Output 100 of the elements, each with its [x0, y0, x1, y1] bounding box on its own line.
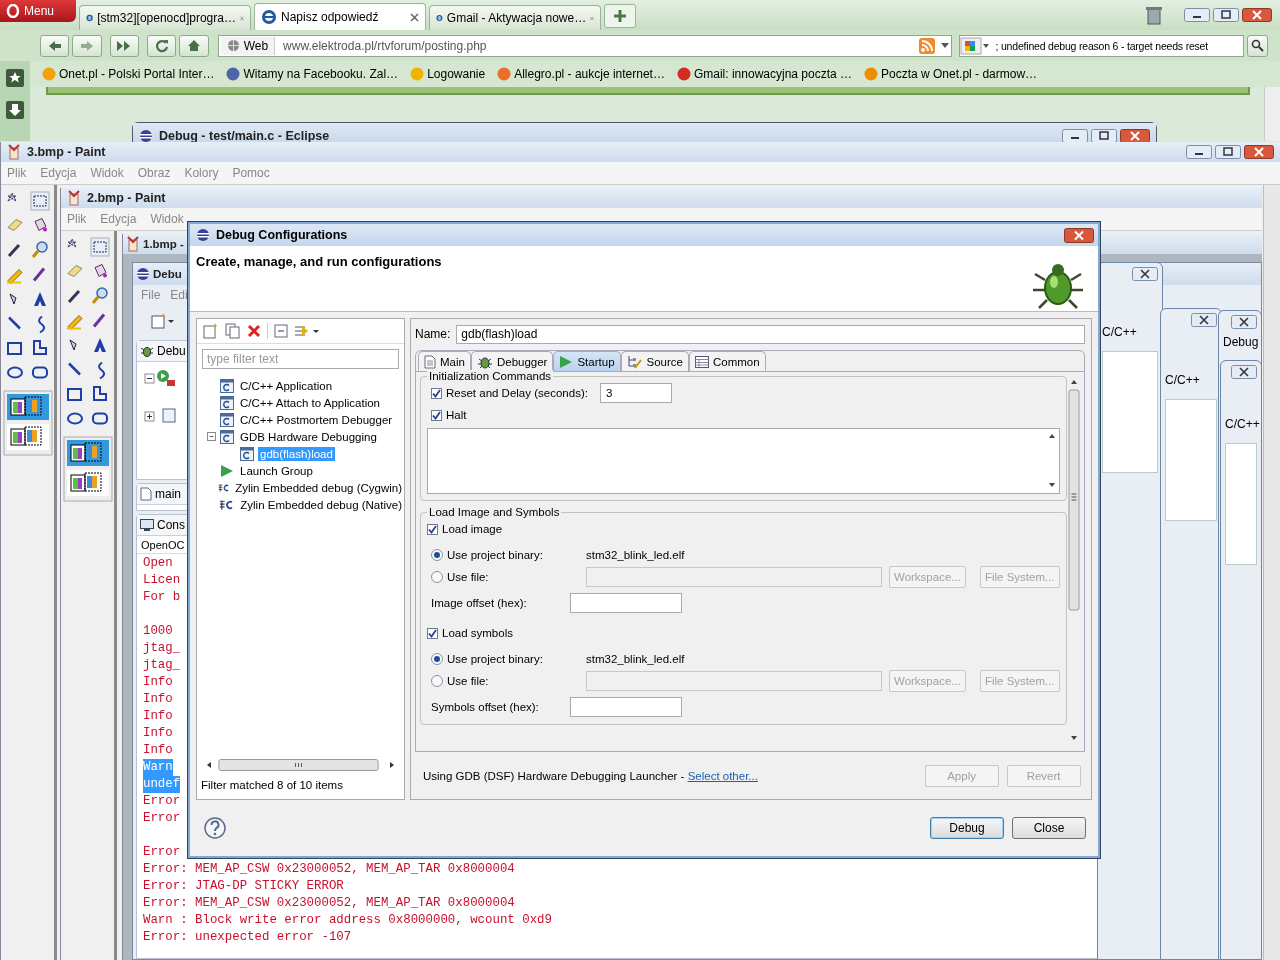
collapse-toggle[interactable] [207, 432, 216, 441]
maximize-icon[interactable] [1213, 8, 1239, 22]
browser-tab[interactable]: Napisz odpowiedź [254, 3, 426, 30]
console-line: Info [143, 691, 173, 708]
perspective-label[interactable]: Debug [1223, 335, 1259, 349]
checkbox[interactable] [427, 627, 438, 639]
config-tab[interactable]: Startup [553, 351, 621, 371]
name-field[interactable]: gdb(flash)load [456, 324, 1085, 344]
perspective-label[interactable]: C/C++ [1102, 325, 1137, 339]
editor-tab-label[interactable]: main [155, 487, 181, 501]
home-icon [186, 39, 201, 52]
config-tab[interactable]: Source [620, 351, 689, 371]
minimize-icon[interactable] [1186, 145, 1212, 159]
close-icon[interactable] [1064, 227, 1094, 243]
close-icon[interactable] [410, 12, 419, 22]
delete-icon[interactable] [247, 324, 261, 338]
tree-item[interactable]: Launch Group [238, 463, 315, 478]
tree-item[interactable]: Zylin Embedded debug (Native) [238, 497, 404, 512]
maximize-icon[interactable] [1215, 145, 1241, 159]
offset-field[interactable] [570, 593, 682, 613]
dropdown-icon[interactable] [940, 42, 949, 49]
bookmarks-panel-icon[interactable] [6, 69, 24, 87]
perspective-label[interactable]: C/C++ [1225, 417, 1260, 431]
tree-item[interactable]: GDB Hardware Debugging [238, 429, 379, 444]
config-tab[interactable]: Common [688, 351, 766, 371]
fast-forward-button[interactable] [109, 34, 139, 57]
bookmark-link[interactable]: Allegro.pl - aukcje internet… [514, 67, 665, 81]
default-button[interactable]: Debug [930, 817, 1004, 839]
search-field[interactable]: ; undefined debug reason 6 - target needs reset [958, 34, 1244, 57]
view-tab-label[interactable]: Debu [157, 344, 186, 358]
radio-button[interactable] [431, 549, 443, 561]
new-file-icon[interactable] [151, 313, 175, 329]
duplicate-icon[interactable] [225, 323, 241, 339]
view-tab-label[interactable]: Cons [157, 518, 185, 532]
radio-button[interactable] [431, 653, 443, 665]
minimize-icon[interactable] [1184, 8, 1210, 22]
home-button[interactable] [179, 34, 209, 57]
close-icon[interactable] [1120, 129, 1150, 143]
bookmark-link[interactable]: Logowanie [427, 67, 486, 81]
reload-button[interactable] [147, 34, 177, 57]
tree-item[interactable]: Zylin Embedded debug (Cygwin) [233, 480, 404, 495]
eclipse-icon [139, 129, 153, 143]
browser-tab[interactable]: Gmail - Aktywacja nowe… [429, 5, 601, 30]
offset-field[interactable] [570, 697, 682, 717]
radio-button[interactable] [431, 675, 443, 687]
filter-field[interactable]: type filter text [202, 349, 399, 369]
tree-item[interactable]: C/C++ Attach to Application [238, 395, 382, 410]
collapse-icon[interactable] [274, 324, 288, 338]
checkbox-label[interactable]: Load symbols [442, 627, 513, 639]
minimize-icon[interactable] [1062, 129, 1088, 143]
dialog-title: Debug Configurations [216, 228, 348, 242]
tree-item[interactable]: C/C++ Postmortem Debugger [238, 412, 395, 427]
help-icon[interactable] [204, 817, 226, 839]
search-button[interactable] [1246, 34, 1269, 57]
close-icon[interactable] [1231, 365, 1257, 379]
radio-label[interactable]: Use file: [447, 571, 582, 583]
bookmark-link[interactable]: Witamy na Facebooku. Zal… [243, 67, 399, 81]
perspective-label[interactable]: C/C++ [1165, 373, 1200, 387]
radio-button[interactable] [431, 571, 443, 583]
console-line: Error: JTAG-DP STICKY ERROR [143, 878, 344, 895]
new-tab-icon[interactable] [604, 4, 636, 28]
paint-toolbox-drawing[interactable] [62, 235, 113, 503]
address-field[interactable]: Web www.elektroda.pl/rtvforum/posting.php [217, 34, 952, 57]
tree-item[interactable]: C/C++ Application [238, 378, 335, 393]
download-icon[interactable] [6, 101, 24, 119]
filter-icon[interactable] [294, 323, 320, 339]
close-icon[interactable] [1231, 315, 1257, 329]
checkbox[interactable] [427, 523, 438, 535]
checkbox-label[interactable]: Load image [442, 523, 503, 535]
config-tab[interactable]: Main [418, 351, 471, 371]
scrollbar[interactable] [1263, 185, 1280, 960]
checkbox-label[interactable]: Reset and Delay (seconds): [446, 387, 588, 399]
config-tab[interactable]: Debugger [470, 351, 554, 371]
back-button[interactable] [40, 34, 70, 57]
dialog-button[interactable]: Close [1012, 817, 1086, 839]
close-icon[interactable] [1132, 267, 1158, 281]
paint-toolbox-drawing[interactable] [2, 189, 53, 457]
field-label: Image offset (hex): [431, 597, 528, 609]
checkbox-label[interactable]: Halt [446, 409, 467, 421]
console-line: Info [143, 708, 173, 725]
close-icon[interactable] [1242, 8, 1272, 22]
page-scrollbar[interactable] [1264, 87, 1280, 141]
radio-label[interactable]: Use project binary: [447, 653, 582, 665]
checkbox[interactable] [431, 387, 442, 399]
bookmark-link[interactable]: Poczta w Onet.pl - darmow… [881, 67, 1038, 81]
select-other-link[interactable]: Select other... [687, 769, 758, 782]
delay-field[interactable]: 3 [599, 383, 672, 403]
close-icon[interactable] [1191, 313, 1217, 327]
radio-label[interactable]: Use file: [447, 675, 582, 687]
close-icon[interactable] [1244, 145, 1274, 159]
trash-icon[interactable] [1145, 4, 1163, 26]
menu-button[interactable]: Menu [0, 0, 76, 22]
bookmark-link[interactable]: Gmail: innowacyjna poczta … [693, 67, 852, 81]
bookmark-link[interactable]: Onet.pl - Polski Portal Inter… [59, 67, 215, 81]
browser-tab[interactable]: [stm32][openocd]progra… [79, 5, 251, 30]
search-engine-icon[interactable] [959, 36, 992, 55]
radio-label[interactable]: Use project binary: [447, 549, 582, 561]
checkbox[interactable] [431, 409, 442, 421]
maximize-icon[interactable] [1091, 129, 1117, 143]
search-engine-button[interactable]: Web [220, 36, 276, 55]
